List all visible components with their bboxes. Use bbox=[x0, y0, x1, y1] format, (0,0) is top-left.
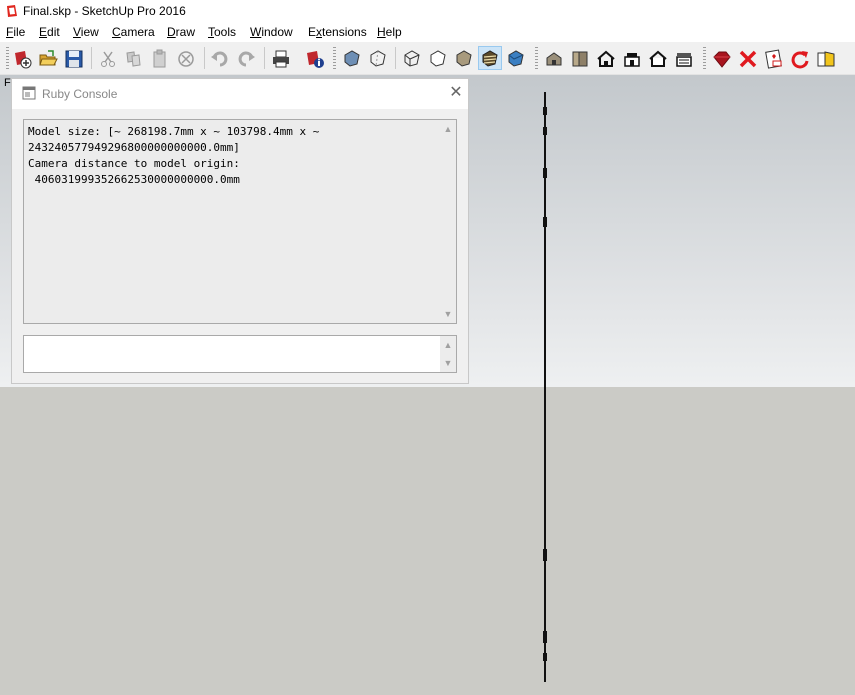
scroll-up-icon[interactable]: ▲ bbox=[442, 339, 454, 351]
output-line: Model size: [~ 268198.7mm x ~ 103798.4mm… bbox=[28, 125, 320, 138]
menu-bar: File Edit View Camera Draw Tools Window … bbox=[0, 22, 855, 42]
toolbar-grip[interactable] bbox=[333, 47, 336, 69]
front-view-icon[interactable] bbox=[596, 49, 616, 69]
output-line: 406031999352662530000000000.0mm bbox=[28, 173, 240, 186]
right-view-icon[interactable] bbox=[622, 49, 642, 69]
console-output-text: Model size: [~ 268198.7mm x ~ 103798.4mm… bbox=[28, 124, 438, 188]
menu-tools[interactable]: Tools bbox=[208, 25, 236, 39]
card-icon[interactable] bbox=[764, 49, 784, 69]
menu-window[interactable]: Window bbox=[250, 25, 293, 39]
menu-help[interactable]: Help bbox=[377, 25, 402, 39]
output-scrollbar[interactable]: ▲ ▼ bbox=[440, 120, 456, 323]
viewport-corner-label: F bbox=[4, 77, 11, 89]
menu-camera[interactable]: Camera bbox=[112, 25, 155, 39]
wireframe-icon[interactable] bbox=[402, 49, 422, 69]
hidden-line-icon[interactable] bbox=[428, 49, 448, 69]
edge-tick bbox=[543, 127, 547, 135]
toolbar-separator bbox=[264, 47, 265, 69]
scroll-down-icon[interactable]: ▼ bbox=[442, 357, 454, 369]
edge-tick bbox=[543, 107, 547, 115]
model-info-icon[interactable] bbox=[305, 49, 325, 69]
toolbar-grip[interactable] bbox=[535, 47, 538, 69]
shaded-with-textures-icon[interactable] bbox=[480, 49, 500, 69]
scroll-up-icon[interactable]: ▲ bbox=[442, 123, 454, 135]
save-icon[interactable] bbox=[64, 49, 84, 69]
shaded-icon[interactable] bbox=[454, 49, 474, 69]
toolbar-grip[interactable] bbox=[703, 47, 706, 69]
redo-icon[interactable] bbox=[236, 49, 256, 69]
input-scrollbar[interactable]: ▲ ▼ bbox=[440, 336, 456, 372]
sketchup-icon bbox=[7, 5, 17, 17]
monochrome-icon[interactable] bbox=[506, 49, 526, 69]
left-view-icon[interactable] bbox=[674, 49, 694, 69]
toolbar-separator bbox=[91, 47, 92, 69]
paste-icon[interactable] bbox=[150, 49, 170, 69]
top-view-icon[interactable] bbox=[570, 49, 590, 69]
menu-extensions[interactable]: Extensions bbox=[308, 25, 367, 39]
print-icon[interactable] bbox=[271, 49, 291, 69]
console-window-icon bbox=[22, 86, 36, 100]
ruby-icon[interactable] bbox=[712, 49, 732, 69]
menu-edit[interactable]: Edit bbox=[39, 25, 60, 39]
edge-tick bbox=[543, 168, 547, 178]
console-input[interactable]: ▲ ▼ bbox=[23, 335, 457, 373]
close-icon[interactable]: ✕ bbox=[446, 83, 466, 103]
iso-view-icon[interactable] bbox=[544, 49, 564, 69]
toolbar-grip[interactable] bbox=[6, 47, 9, 69]
title-bar: Final.skp - SketchUp Pro 2016 bbox=[0, 0, 855, 22]
model-edge-line[interactable] bbox=[544, 92, 546, 682]
ruby-console-title-bar[interactable]: Ruby Console ✕ bbox=[12, 79, 468, 109]
output-line: Camera distance to model origin: bbox=[28, 157, 240, 170]
ruby-console-window: Ruby Console ✕ Model size: [~ 268198.7mm… bbox=[11, 78, 469, 384]
copy-icon[interactable] bbox=[124, 49, 144, 69]
edge-tick bbox=[543, 217, 547, 227]
ruby-console-title: Ruby Console bbox=[42, 87, 118, 101]
scroll-down-icon[interactable]: ▼ bbox=[442, 308, 454, 320]
main-toolbar bbox=[0, 42, 855, 75]
edge-tick bbox=[543, 631, 547, 643]
xray-style-icon[interactable] bbox=[342, 49, 362, 69]
toolbar-separator bbox=[395, 47, 396, 69]
console-output[interactable]: Model size: [~ 268198.7mm x ~ 103798.4mm… bbox=[23, 119, 457, 324]
window-title: Final.skp - SketchUp Pro 2016 bbox=[23, 4, 186, 18]
open-icon[interactable] bbox=[38, 49, 58, 69]
output-line: 243240577949296800000000000.0mm] bbox=[28, 141, 240, 154]
folder-icon[interactable] bbox=[816, 49, 836, 69]
edge-tick bbox=[543, 549, 547, 561]
erase-icon[interactable] bbox=[176, 49, 196, 69]
reload-icon[interactable] bbox=[790, 49, 810, 69]
edge-tick bbox=[543, 653, 547, 661]
back-edges-icon[interactable] bbox=[368, 49, 388, 69]
menu-draw[interactable]: Draw bbox=[167, 25, 195, 39]
new-model-icon[interactable] bbox=[12, 49, 32, 69]
menu-view[interactable]: View bbox=[73, 25, 99, 39]
cut-icon[interactable] bbox=[98, 49, 118, 69]
toolbar-separator bbox=[204, 47, 205, 69]
ground-plane bbox=[0, 387, 855, 695]
undo-icon[interactable] bbox=[210, 49, 230, 69]
menu-file[interactable]: File bbox=[6, 25, 25, 39]
back-view-icon[interactable] bbox=[648, 49, 668, 69]
delete-icon[interactable] bbox=[738, 49, 758, 69]
